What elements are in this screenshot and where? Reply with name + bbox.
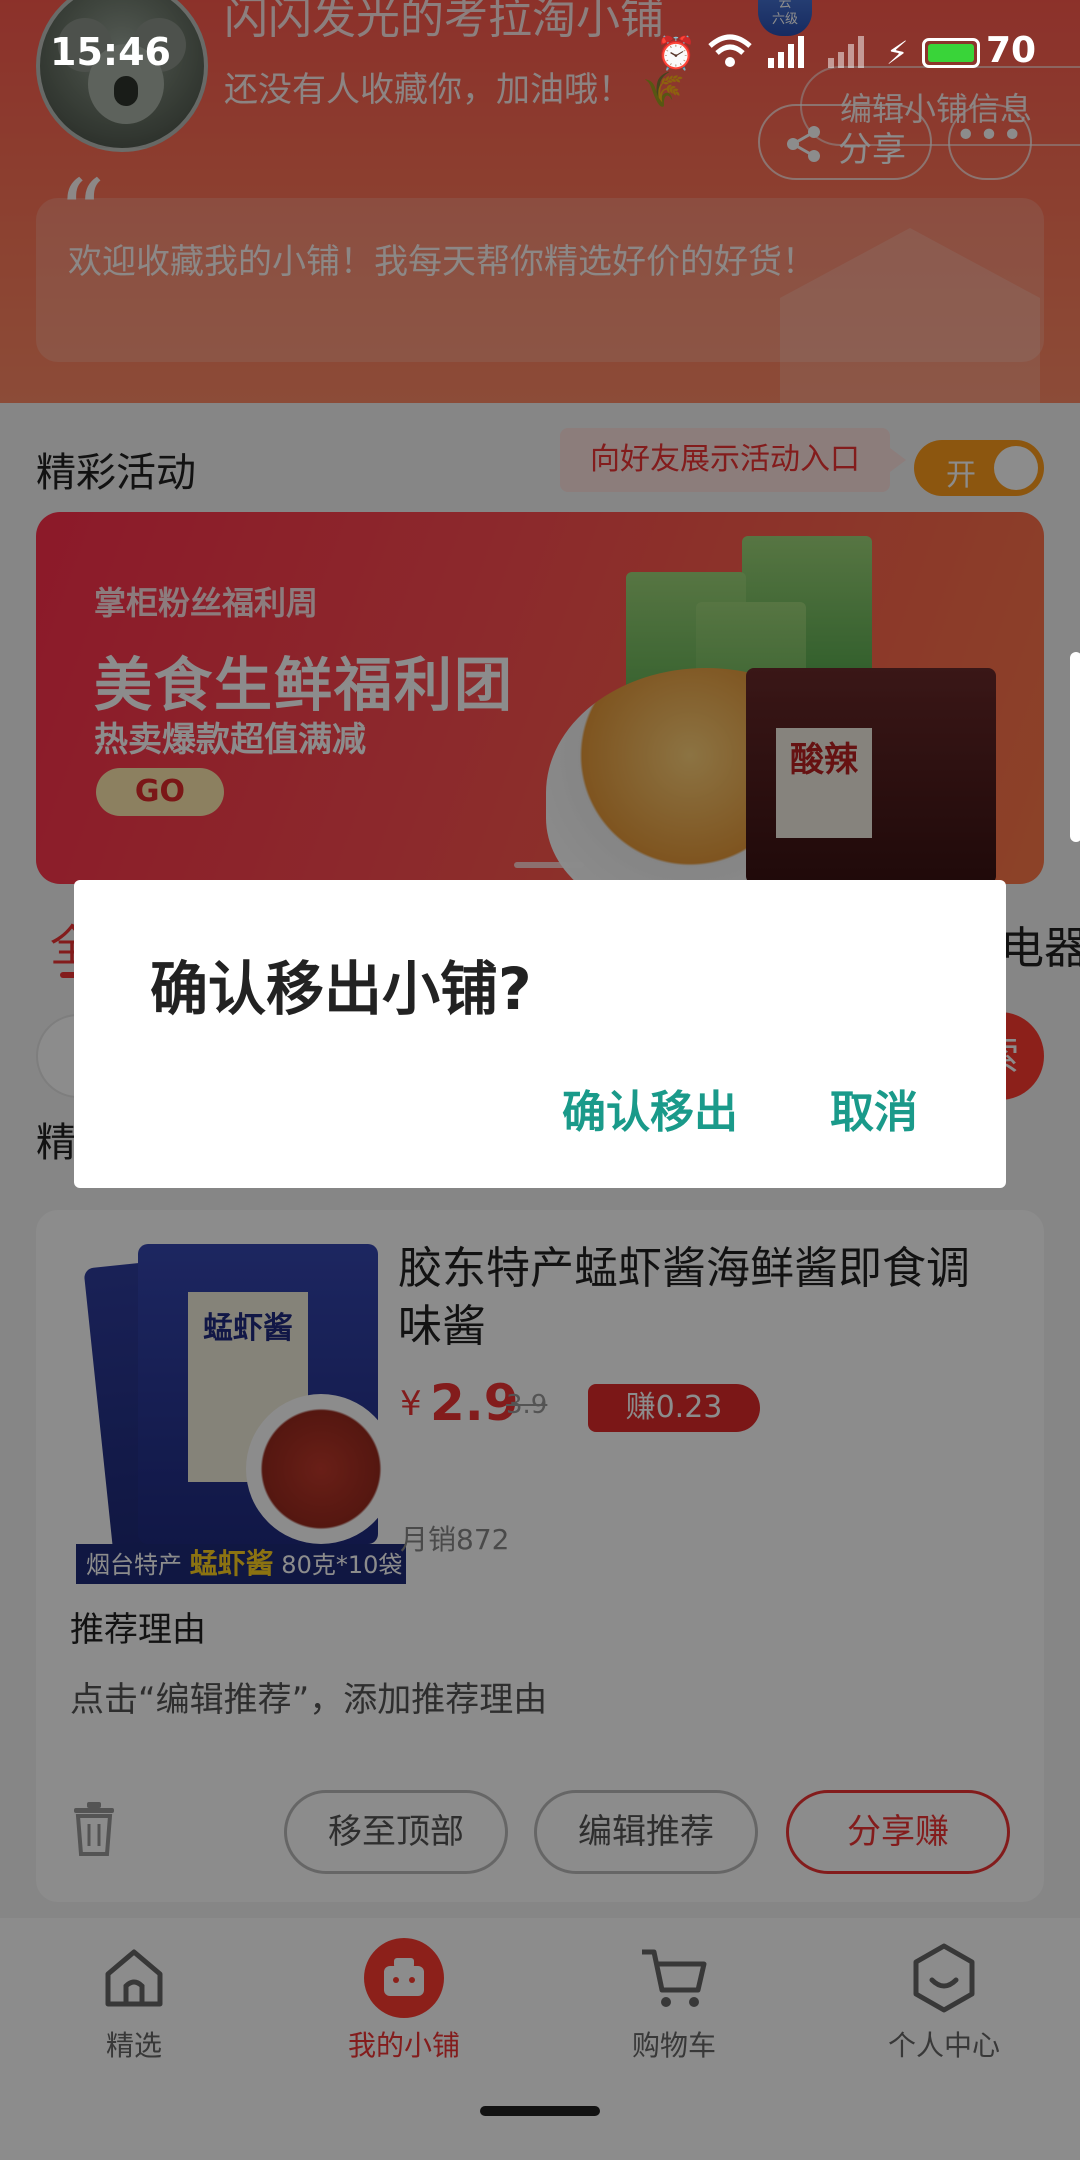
status-icons: ⏰ ⚡ 70 xyxy=(656,28,1076,76)
battery-level: 70 xyxy=(986,30,1037,71)
status-time: 15:46 xyxy=(50,30,171,74)
cancel-button[interactable]: 取消 xyxy=(830,1076,918,1140)
confirm-remove-dialog: 确认移出小铺? 确认移出 取消 xyxy=(74,880,1006,1188)
battery-icon xyxy=(922,38,980,68)
status-bar: 15:46 ⏰ ⚡ 70 xyxy=(0,0,1080,100)
charging-icon: ⚡ xyxy=(886,34,909,72)
side-drawer-handle[interactable] xyxy=(1070,652,1080,842)
alarm-icon: ⏰ xyxy=(656,34,696,72)
confirm-remove-button[interactable]: 确认移出 xyxy=(562,1076,738,1140)
signal-empty-icon xyxy=(826,34,868,78)
wifi-icon xyxy=(708,34,752,78)
signal-4g-icon xyxy=(766,34,808,78)
dialog-title: 确认移出小铺? xyxy=(150,955,532,1023)
